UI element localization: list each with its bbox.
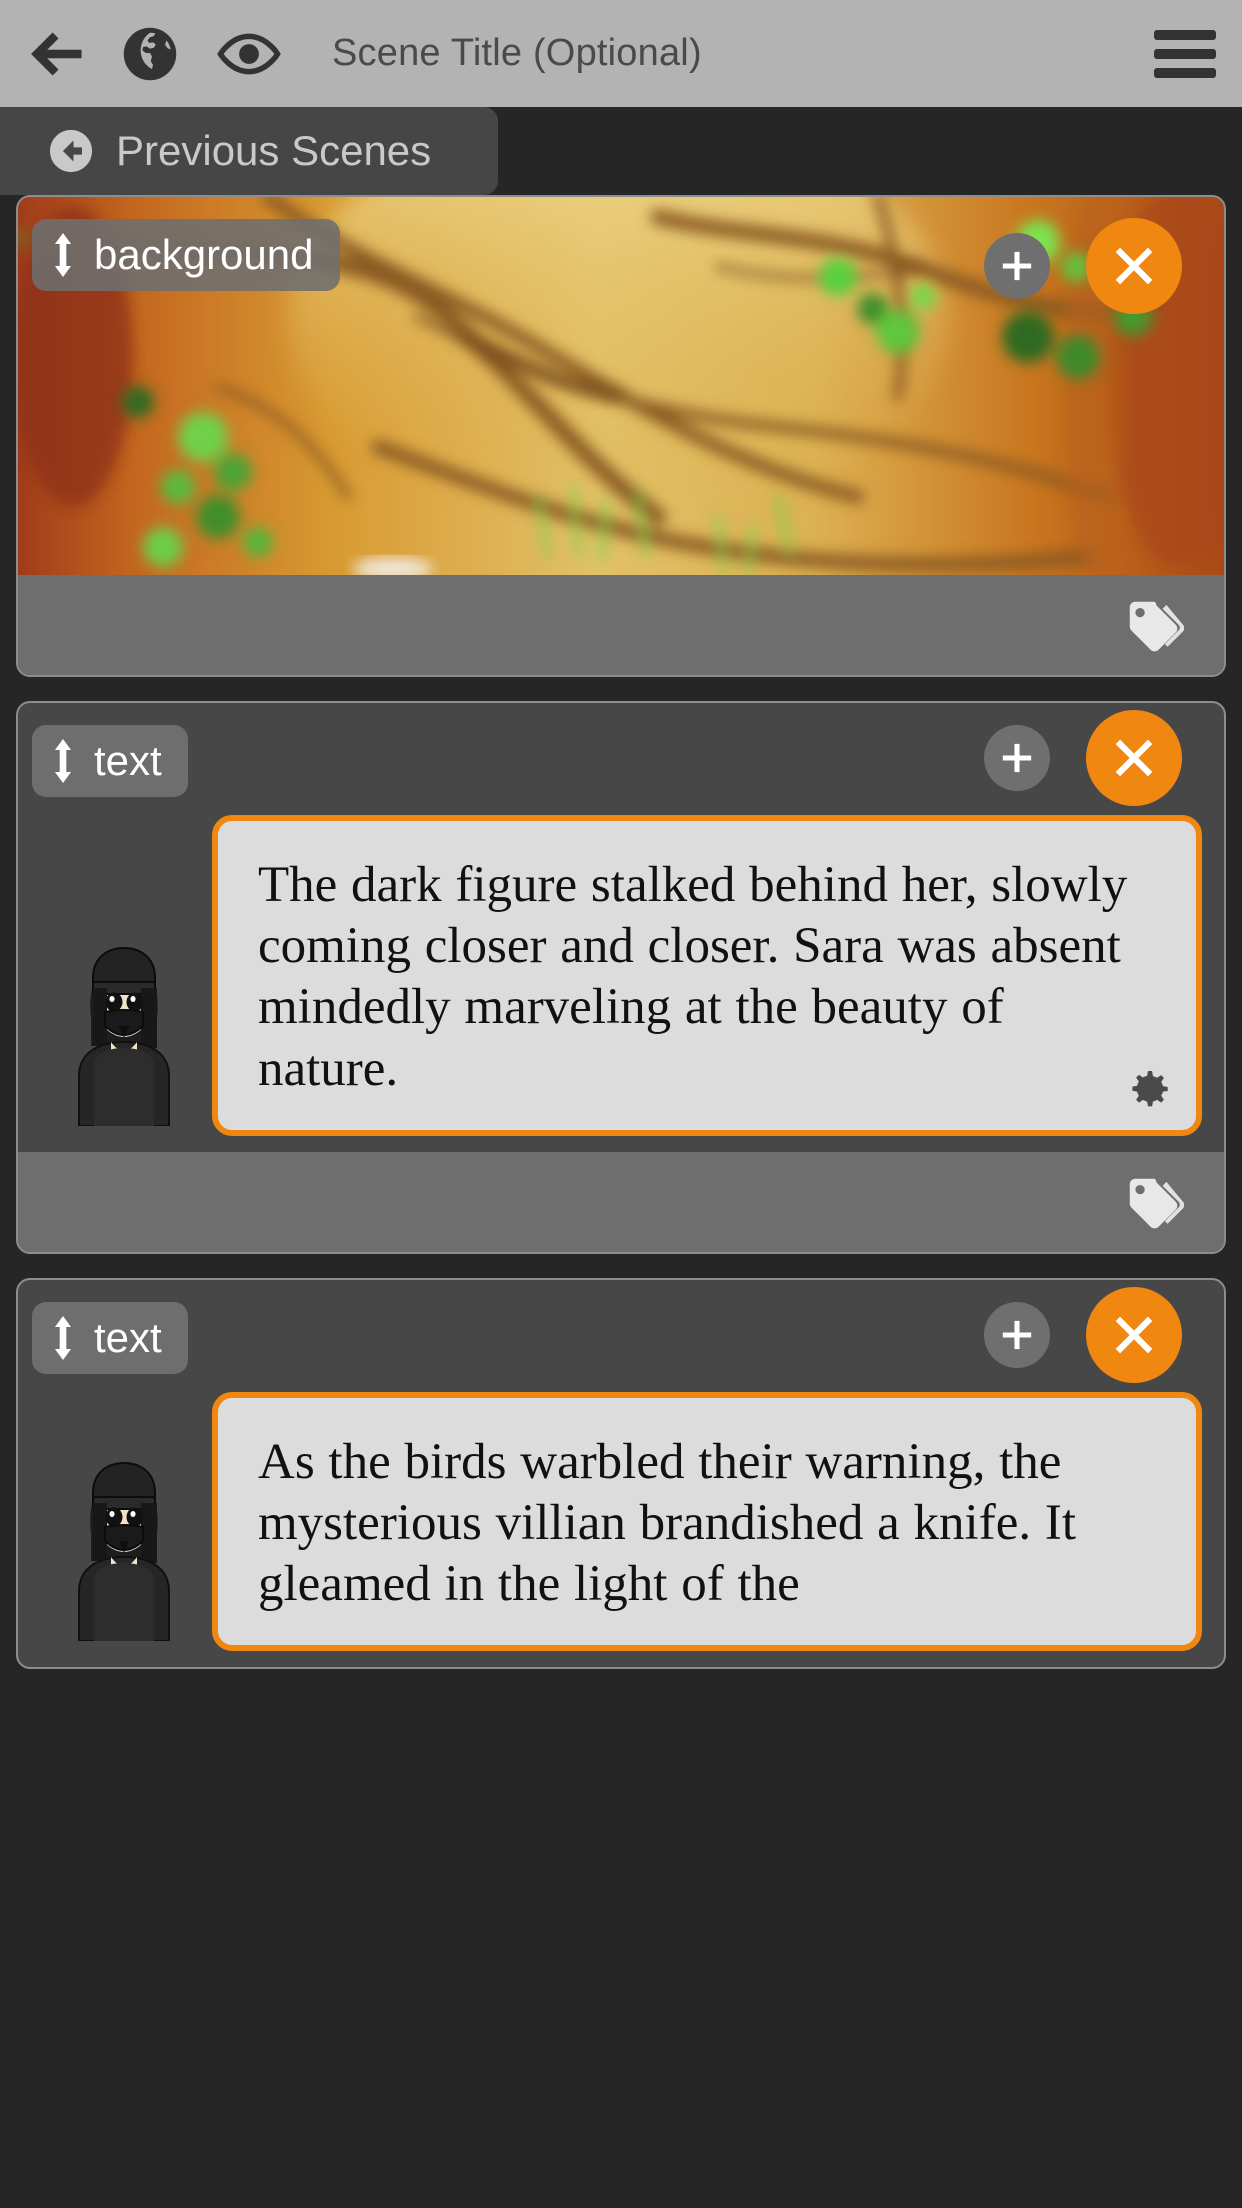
hamburger-menu-icon[interactable] <box>1154 29 1216 78</box>
element-header-text-1: text <box>18 703 1224 815</box>
previous-scenes-label: Previous Scenes <box>116 127 432 174</box>
element-type-label: text <box>94 737 162 784</box>
element-header-text-2: text <box>18 1280 1224 1392</box>
close-icon <box>1115 247 1153 285</box>
character-sprite-slot[interactable] <box>36 926 212 1152</box>
background-image-preview[interactable]: background <box>18 197 1224 575</box>
scene-title[interactable]: Scene Title (Optional) <box>332 32 702 75</box>
top-app-bar: Scene Title (Optional) <box>0 0 1242 107</box>
tags-icon[interactable] <box>1122 594 1185 656</box>
add-element-button[interactable] <box>984 1301 1050 1368</box>
eye-icon[interactable] <box>216 21 282 87</box>
plus-icon <box>1002 743 1032 773</box>
element-footer-background <box>18 575 1224 675</box>
character-sprite-slot[interactable] <box>36 1441 212 1667</box>
globe-icon[interactable] <box>120 24 180 84</box>
element-body-text-1: The dark figure stalked behind her, slow… <box>18 815 1224 1152</box>
element-type-chip-text-1[interactable]: text <box>32 725 188 797</box>
add-element-button[interactable] <box>984 725 1050 791</box>
menu-bar-1 <box>1154 29 1216 40</box>
scene-element-card-background[interactable]: background <box>16 195 1226 677</box>
element-body-text-2: As the birds warbled their warning, the … <box>18 1391 1224 1668</box>
masked-figure-sprite <box>78 1462 170 1642</box>
menu-bar-3 <box>1154 67 1216 78</box>
element-footer-text-1 <box>18 1151 1224 1252</box>
element-type-label: background <box>94 231 314 278</box>
element-type-label: text <box>94 1313 162 1361</box>
previous-scenes-strip: Previous Scenes <box>0 107 1242 195</box>
dialogue-bubble-2[interactable]: As the birds warbled their warning, the … <box>212 1391 1202 1652</box>
masked-figure-sprite <box>78 946 170 1126</box>
remove-element-button[interactable] <box>1086 1286 1182 1383</box>
close-icon <box>1115 1316 1153 1354</box>
drag-vertical-icon[interactable] <box>50 233 76 277</box>
scene-elements-list[interactable]: background text The dark figure stalked … <box>0 195 1242 2208</box>
previous-scenes-button[interactable]: Previous Scenes <box>0 107 498 195</box>
dialogue-bubble-1[interactable]: The dark figure stalked behind her, slow… <box>212 815 1202 1136</box>
tags-icon[interactable] <box>1122 1171 1185 1233</box>
element-type-chip-text-2[interactable]: text <box>32 1301 188 1374</box>
element-type-chip-background[interactable]: background <box>32 219 340 291</box>
menu-bar-2 <box>1154 48 1216 59</box>
dialogue-text: As the birds warbled their warning, the … <box>258 1433 1076 1613</box>
remove-element-button[interactable] <box>1086 218 1182 314</box>
plus-icon <box>1002 251 1032 281</box>
drag-vertical-icon[interactable] <box>50 739 76 783</box>
drag-vertical-icon[interactable] <box>50 1315 76 1360</box>
circle-back-arrow-icon <box>48 128 94 174</box>
gear-icon[interactable] <box>1120 1062 1174 1116</box>
plus-icon <box>1002 1320 1032 1349</box>
remove-element-button[interactable] <box>1086 710 1182 806</box>
scene-element-card-text-1[interactable]: text The dark figure stalked behind her,… <box>16 701 1226 1254</box>
scene-element-card-text-2[interactable]: text As the birds warbled their warning,… <box>16 1277 1226 1670</box>
dialogue-text: The dark figure stalked behind her, slow… <box>258 857 1128 1097</box>
close-icon <box>1115 739 1153 777</box>
back-arrow-icon[interactable] <box>22 20 90 88</box>
add-element-button[interactable] <box>984 233 1050 299</box>
